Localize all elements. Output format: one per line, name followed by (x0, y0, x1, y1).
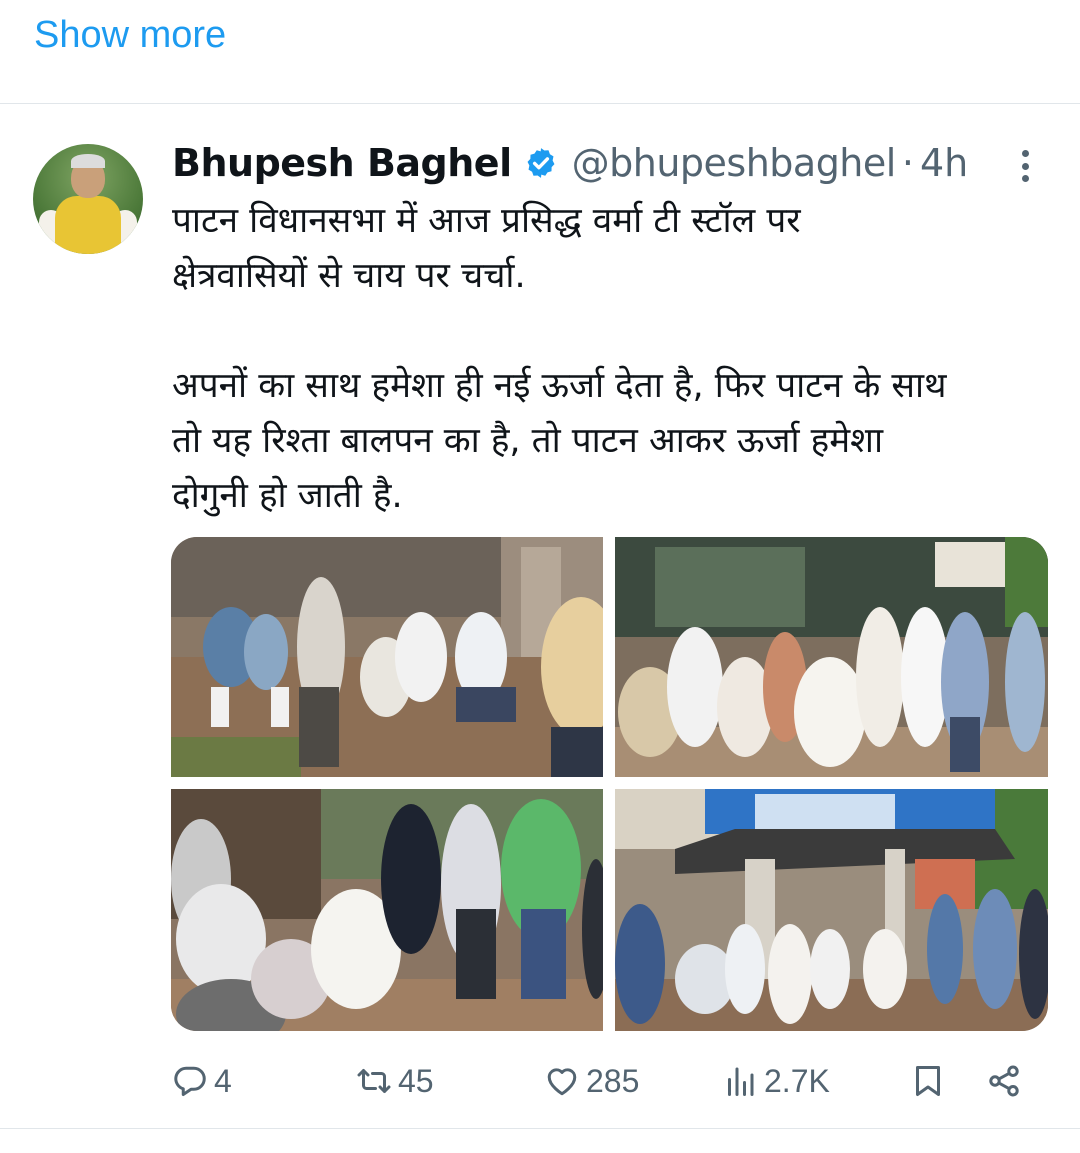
photo-1[interactable] (171, 537, 603, 777)
views-button[interactable]: 2.7K (722, 1058, 830, 1104)
reply-icon (174, 1066, 206, 1096)
author-handle[interactable]: @bhupeshbaghel (572, 141, 897, 185)
photo-1-image (171, 537, 603, 777)
author-name[interactable]: Bhupesh Baghel (172, 141, 512, 185)
avatar-vest (55, 196, 121, 254)
reply-count: 4 (214, 1062, 232, 1099)
bookmark-button[interactable] (910, 1058, 946, 1104)
more-dot (1021, 175, 1029, 182)
photo-4-image (615, 789, 1048, 1031)
tweet-text-line: अपनों का साथ हमेशा ही नई ऊर्जा देता है, … (172, 366, 947, 406)
tweet-text-line: पाटन विधानसभा में आज प्रसिद्ध वर्मा टी स… (172, 201, 801, 241)
divider (0, 103, 1080, 104)
repost-count: 45 (398, 1062, 434, 1099)
like-button[interactable]: 285 (544, 1058, 639, 1104)
share-icon (989, 1065, 1019, 1097)
repost-icon (357, 1069, 391, 1093)
photo-2[interactable] (615, 537, 1048, 777)
show-more-link[interactable]: Show more (34, 14, 226, 57)
avatar[interactable] (33, 144, 143, 254)
like-count: 285 (586, 1062, 640, 1099)
tweet-text-line: क्षेत्रवासियों से चाय पर चर्चा. (172, 256, 526, 296)
tweet-text: पाटन विधानसभा में आज प्रसिद्ध वर्मा टी स… (172, 194, 1042, 524)
tweet-header: Bhupesh Baghel @bhupeshbaghel · 4h (172, 138, 968, 188)
reply-button[interactable]: 4 (172, 1058, 232, 1104)
separator-dot: · (901, 141, 914, 185)
heart-icon (547, 1068, 577, 1096)
more-dot (1021, 162, 1029, 170)
photo-3-image (171, 789, 603, 1031)
more-vertical-icon[interactable] (1010, 146, 1040, 186)
media-grid (171, 537, 1048, 1031)
more-dot (1021, 150, 1029, 157)
timestamp[interactable]: 4h (920, 141, 968, 185)
photo-4[interactable] (615, 789, 1048, 1031)
photo-2-image (615, 537, 1048, 777)
share-button[interactable] (986, 1058, 1022, 1104)
avatar-hair (71, 154, 105, 168)
bookmark-icon (916, 1066, 940, 1096)
views-count: 2.7K (764, 1062, 830, 1099)
repost-button[interactable]: 45 (356, 1058, 434, 1104)
tweet-text-line: दोगुनी हो जाती है. (172, 476, 403, 516)
divider (0, 1128, 1080, 1129)
tweet-text-line: तो यह रिश्ता बालपन का है, तो पाटन आकर ऊर… (172, 421, 884, 461)
photo-3[interactable] (171, 789, 603, 1031)
tweet-actions: 4 45 285 2.7K (170, 1058, 1040, 1104)
views-icon (728, 1067, 754, 1096)
verified-badge-icon (527, 148, 555, 178)
